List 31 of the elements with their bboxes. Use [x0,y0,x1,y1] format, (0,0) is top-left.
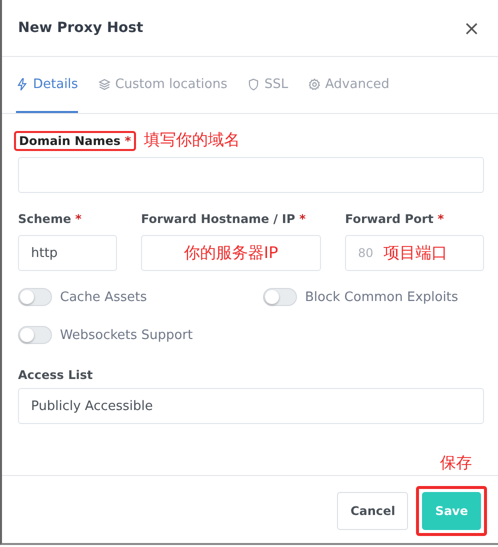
gear-icon [308,78,322,90]
field-label: Access List [18,368,93,382]
input-field[interactable]: 你的服务器IP [141,235,321,271]
toggle-switch[interactable] [263,288,297,306]
toggle-switch[interactable] [18,288,52,306]
tab[interactable]: Advanced [308,57,390,113]
field-label: Scheme * [18,212,83,226]
bolt-icon [16,78,29,90]
toggle-label: Cache Assets [60,290,147,304]
dialog-title: New Proxy Host [18,20,144,36]
tab[interactable]: Details [16,57,78,113]
toggle-label: Websockets Support [60,328,193,342]
layers-icon [98,78,112,90]
input-field[interactable]: 80 项目端口 [345,235,484,271]
toggle-switch[interactable] [18,326,52,344]
access-list-field[interactable]: Publicly Accessible [18,388,484,424]
input-field[interactable]: http [18,235,117,271]
tab[interactable]: Custom locations [98,57,228,113]
annotation-text: 保存 [440,453,472,474]
field-label: Forward Hostname / IP * [141,212,307,226]
annotation-text: 你的服务器IP [184,242,278,264]
field-label: Domain Names * [14,130,136,150]
close-button[interactable]: × [461,16,482,40]
cancel-button[interactable]: Cancel [337,492,408,530]
annotation-text: 填写你的域名 [144,130,240,151]
annotation-text: 项目端口 [383,242,448,264]
domain-names-field[interactable] [18,157,484,193]
toggle-label: Block Common Exploits [305,290,458,304]
field-label: Forward Port * [345,212,445,226]
tab[interactable]: SSL [247,57,288,113]
shield-icon [247,78,260,90]
